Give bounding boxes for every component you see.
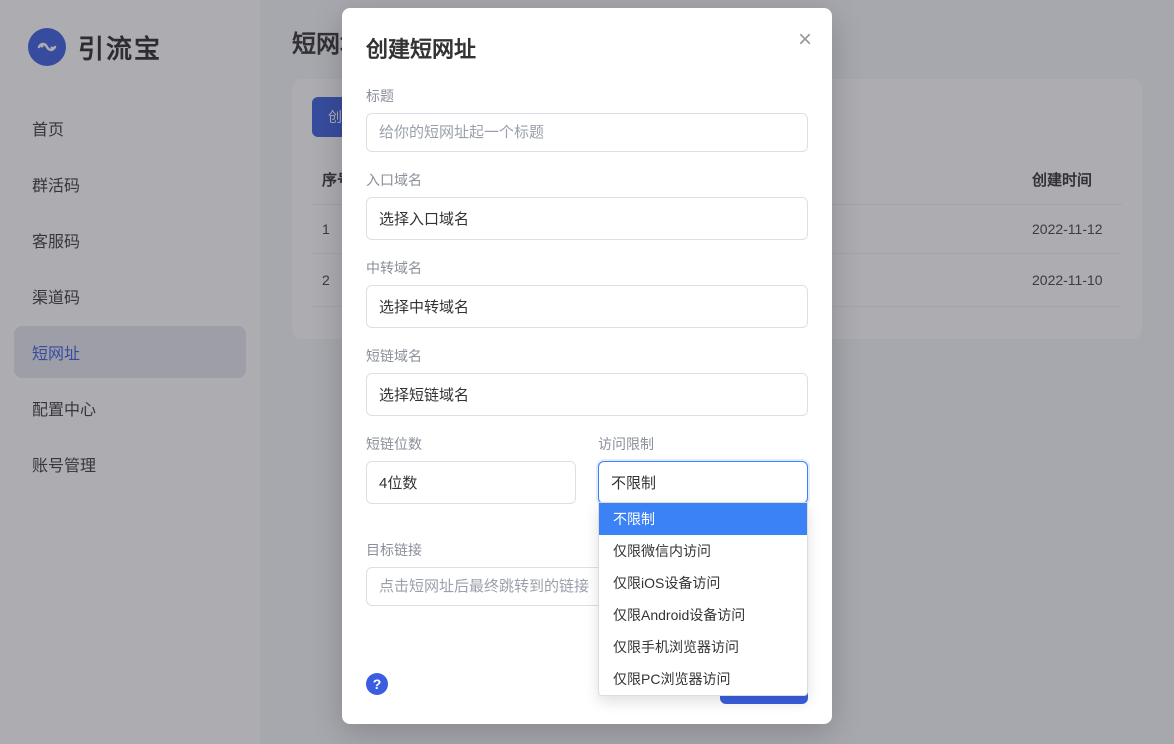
label-title: 标题 [366,86,808,106]
label-entry-domain: 入口域名 [366,170,808,190]
short-domain-select[interactable]: 选择短链域名 [366,373,808,416]
close-icon[interactable]: × [798,28,812,52]
access-option[interactable]: 仅限Android设备访问 [599,599,807,631]
label-access-limit: 访问限制 [598,434,808,454]
title-input[interactable] [366,113,808,152]
label-short-domain: 短链域名 [366,346,808,366]
access-limit-select[interactable]: 不限制 [598,461,808,504]
create-short-url-modal: 创建短网址 × 标题 入口域名 选择入口域名 中转域名 选择中转域名 短链域名 … [342,8,832,724]
label-transit-domain: 中转域名 [366,258,808,278]
modal-title: 创建短网址 [366,32,808,64]
modal-overlay[interactable]: 创建短网址 × 标题 入口域名 选择入口域名 中转域名 选择中转域名 短链域名 … [0,0,1174,744]
access-option[interactable]: 仅限微信内访问 [599,535,807,567]
access-option[interactable]: 仅限手机浏览器访问 [599,631,807,663]
transit-domain-select[interactable]: 选择中转域名 [366,285,808,328]
access-limit-dropdown: 不限制 仅限微信内访问 仅限iOS设备访问 仅限Android设备访问 仅限手机… [598,502,808,696]
access-option[interactable]: 不限制 [599,503,807,535]
help-icon[interactable]: ? [366,673,388,695]
access-option[interactable]: 仅限iOS设备访问 [599,567,807,599]
access-option[interactable]: 仅限PC浏览器访问 [599,663,807,695]
entry-domain-select[interactable]: 选择入口域名 [366,197,808,240]
short-digits-select[interactable]: 4位数 [366,461,576,504]
label-short-digits: 短链位数 [366,434,576,454]
